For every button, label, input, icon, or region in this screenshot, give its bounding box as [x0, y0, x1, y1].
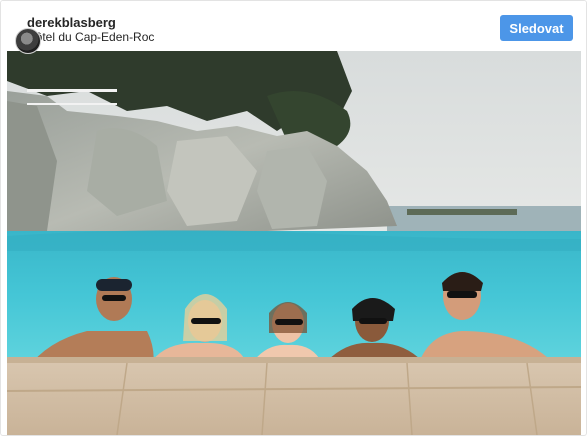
post-header: derekblasberg Hôtel du Cap-Eden-Roc Sled… — [1, 1, 586, 54]
photo-illustration — [7, 51, 581, 435]
location-link[interactable]: Hôtel du Cap-Eden-Roc — [27, 30, 154, 44]
post-photo — [7, 51, 581, 435]
avatar[interactable] — [15, 28, 41, 54]
username-link[interactable]: derekblasberg — [27, 15, 116, 30]
post-card: derekblasberg Hôtel du Cap-Eden-Roc Sled… — [0, 0, 587, 436]
follow-button[interactable]: Sledovat — [500, 15, 573, 41]
